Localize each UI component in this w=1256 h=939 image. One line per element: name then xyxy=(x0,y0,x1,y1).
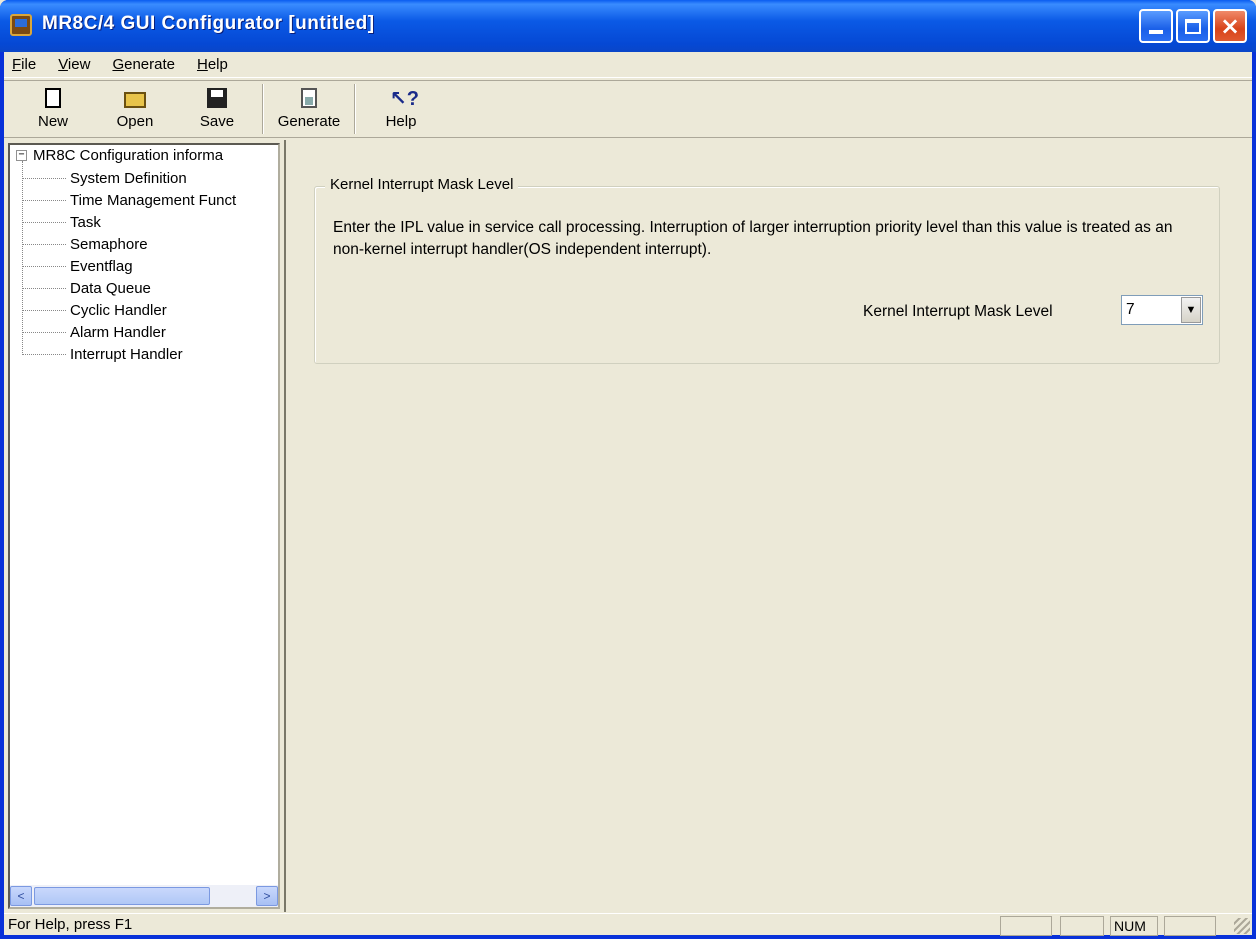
toolbar: New Open Save Generate ↖? Help xyxy=(4,80,1252,138)
app-window: MR8C/4 GUI Configurator [untitled] × Fil… xyxy=(0,0,1256,939)
new-document-icon xyxy=(45,88,61,108)
chevron-down-icon[interactable]: ▼ xyxy=(1181,297,1201,323)
status-cell-empty xyxy=(1164,916,1216,936)
mask-level-label: Kernel Interrupt Mask Level xyxy=(863,303,1053,320)
help-button[interactable]: ↖? Help xyxy=(360,81,442,137)
scroll-left-button[interactable]: < xyxy=(10,886,32,906)
save-button[interactable]: Save xyxy=(176,81,258,137)
scroll-thumb[interactable] xyxy=(34,887,210,905)
tree-item-alarm-handler[interactable]: Alarm Handler xyxy=(22,321,236,343)
kernel-mask-group: Kernel Interrupt Mask Level Enter the IP… xyxy=(314,176,1220,364)
toolbar-separator xyxy=(354,84,356,134)
menu-generate[interactable]: Generate xyxy=(112,56,175,73)
client-area: File View Generate Help New Open Save Ge… xyxy=(4,52,1252,936)
num-lock-indicator: NUM xyxy=(1110,916,1158,936)
folder-open-icon xyxy=(124,92,146,108)
settings-pane: Kernel Interrupt Mask Level Enter the IP… xyxy=(284,140,1252,912)
maximize-icon xyxy=(1185,18,1201,34)
status-help-text: For Help, press F1 xyxy=(8,916,133,933)
menu-help[interactable]: Help xyxy=(197,56,228,73)
resize-grip-icon[interactable] xyxy=(1234,918,1250,934)
chevron-left-icon: < xyxy=(17,889,25,903)
mask-level-value[interactable]: 7 xyxy=(1122,301,1181,319)
group-description: Enter the IPL value in service call proc… xyxy=(333,219,1173,258)
menu-bar: File View Generate Help xyxy=(4,52,1252,78)
floppy-disk-icon xyxy=(207,88,227,108)
tree-items: System Definition Time Management Funct … xyxy=(22,167,236,365)
tree-item-task[interactable]: Task xyxy=(22,211,236,233)
window-title: MR8C/4 GUI Configurator [untitled] xyxy=(42,13,375,34)
status-cell-empty xyxy=(1000,916,1052,936)
title-bar[interactable]: MR8C/4 GUI Configurator [untitled] × xyxy=(0,0,1256,52)
status-bar: For Help, press F1 NUM xyxy=(4,913,1252,936)
maximize-button[interactable] xyxy=(1176,9,1210,43)
context-help-icon: ↖? xyxy=(390,88,419,110)
chevron-right-icon: > xyxy=(263,889,271,903)
minimize-icon xyxy=(1149,30,1163,34)
new-button[interactable]: New xyxy=(12,81,94,137)
mask-level-select[interactable]: 7 ▼ xyxy=(1121,295,1203,325)
scroll-right-button[interactable]: > xyxy=(256,886,278,906)
minimize-button[interactable] xyxy=(1139,9,1173,43)
tree-item-time-management[interactable]: Time Management Funct xyxy=(22,189,236,211)
tree-item-interrupt-handler[interactable]: Interrupt Handler xyxy=(22,343,236,365)
generate-document-icon xyxy=(301,88,317,108)
configuration-tree[interactable]: − MR8C Configuration informa System Defi… xyxy=(8,143,280,909)
open-button[interactable]: Open xyxy=(94,81,176,137)
close-button[interactable]: × xyxy=(1213,9,1247,43)
toolbar-separator xyxy=(262,84,264,134)
menu-view[interactable]: View xyxy=(58,56,90,73)
generate-button[interactable]: Generate xyxy=(268,81,350,137)
app-icon[interactable] xyxy=(10,14,32,36)
tree-root-label[interactable]: MR8C Configuration informa xyxy=(33,147,223,164)
tree-item-semaphore[interactable]: Semaphore xyxy=(22,233,236,255)
tree-item-system-definition[interactable]: System Definition xyxy=(22,167,236,189)
menu-file[interactable]: File xyxy=(12,56,36,73)
tree-item-cyclic-handler[interactable]: Cyclic Handler xyxy=(22,299,236,321)
horizontal-scrollbar[interactable]: < > xyxy=(10,885,278,907)
tree-item-eventflag[interactable]: Eventflag xyxy=(22,255,236,277)
tree-root[interactable]: − MR8C Configuration informa xyxy=(16,147,223,164)
group-title: Kernel Interrupt Mask Level xyxy=(325,176,519,193)
tree-item-data-queue[interactable]: Data Queue xyxy=(22,277,236,299)
collapse-icon[interactable]: − xyxy=(16,150,27,161)
close-icon: × xyxy=(1219,12,1241,40)
status-cell-empty xyxy=(1060,916,1104,936)
